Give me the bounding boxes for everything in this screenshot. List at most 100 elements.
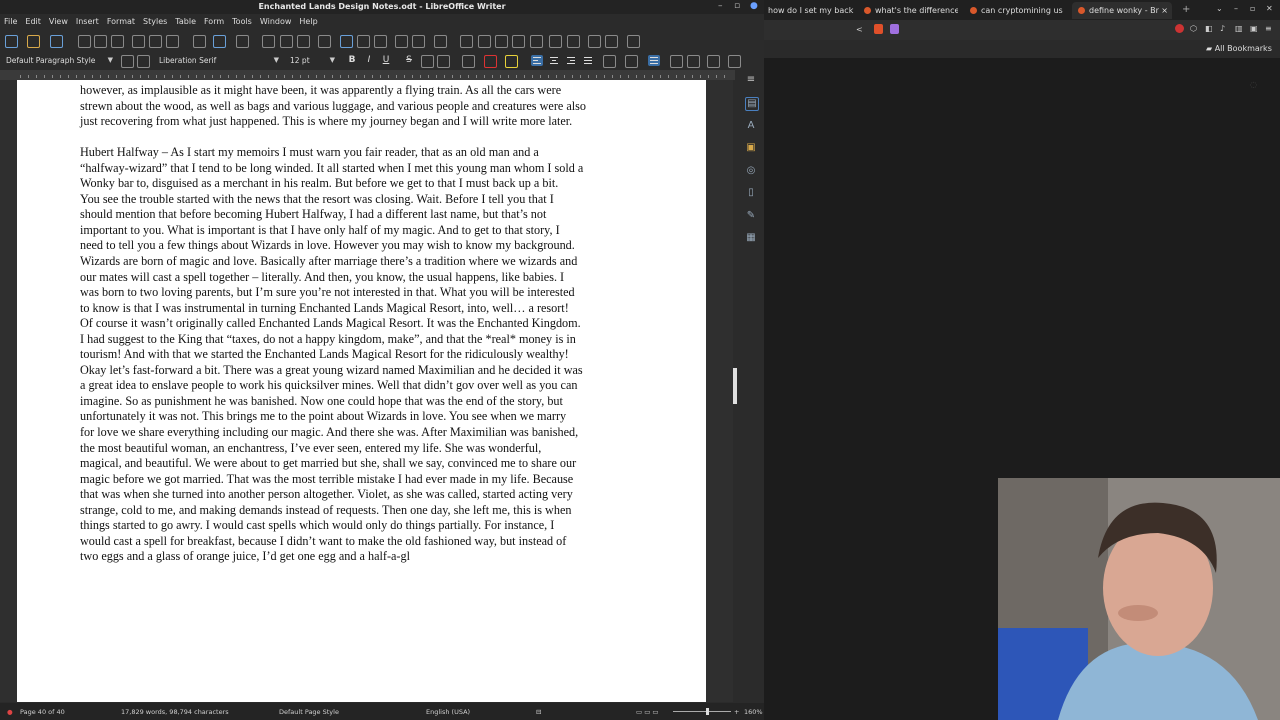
font-name-dropdown[interactable]: Liberation Serif ▼ [156,54,281,67]
save-icon[interactable] [50,35,63,48]
increase-indent-icon[interactable] [670,55,683,68]
header-footer-icon[interactable] [549,35,562,48]
page-count[interactable]: Page 40 of 40 [20,708,65,716]
gallery-icon[interactable]: ▣ [745,142,757,154]
insert-chart-icon[interactable] [357,35,370,48]
document-line[interactable]: strange, cold to me, and making demands … [80,503,660,519]
undo-icon[interactable] [213,35,226,48]
page-icon[interactable]: ▯ [745,187,757,199]
export-pdf-icon[interactable] [78,35,91,48]
maximize-icon[interactable]: ▫ [1250,4,1255,13]
document-line[interactable]: Okay let’s fast-forward a bit. There was… [80,363,660,379]
justify-button[interactable] [582,55,594,66]
zoom-level[interactable]: 160% [744,708,763,716]
find-replace-icon[interactable] [262,35,275,48]
track-changes-icon[interactable] [512,35,525,48]
align-right-button[interactable] [565,55,577,66]
document-line[interactable]: imagine. So as punishment he was banishe… [80,394,660,410]
document-line[interactable]: just recovering from what just happened.… [80,114,660,130]
document-line[interactable]: the most beautiful woman, an enchantress… [80,441,660,457]
address-bar[interactable]: < ⬡ ◧ ♪ ▥ ▣ ≡ [764,20,1280,40]
strikethrough-button[interactable]: S [403,55,415,65]
vpn-icon[interactable]: ⬡ [1190,24,1197,33]
document-line[interactable]: unfortunately it was not. This brings me… [80,409,660,425]
subscript-icon[interactable] [437,55,450,68]
document-line[interactable]: Wizards are born of magic and love. Basi… [80,254,660,270]
menu-file[interactable]: File [0,15,21,28]
outline-format-button[interactable] [648,55,660,66]
clear-formatting-icon[interactable] [462,55,475,68]
highlight-color-icon[interactable] [505,55,518,68]
menu-insert[interactable]: Insert [72,15,103,28]
brave-rewards-icon[interactable] [890,24,899,34]
footnote-icon[interactable] [478,35,491,48]
document-line[interactable]: our mates will cast a spell together – l… [80,270,660,286]
insert-line-icon[interactable] [588,35,601,48]
redo-icon[interactable] [236,35,249,48]
menu-tools[interactable]: Tools [228,15,256,28]
tab-2[interactable]: what's the difference [858,2,958,19]
document-line[interactable]: Hubert Halfway – As I start my memoirs I… [80,145,660,161]
clone-formatting-icon[interactable] [193,35,206,48]
extensions-icon[interactable]: ◧ [1205,24,1213,33]
new-tab-button[interactable]: + [1182,4,1190,15]
selection-mode-icon[interactable]: ⊟ [536,708,541,716]
insert-table-icon[interactable] [318,35,331,48]
styles-icon[interactable]: A [745,120,757,132]
tab-search-icon[interactable]: ⌄ [1216,4,1223,13]
extension-icon[interactable] [1175,24,1184,33]
maximize-icon[interactable]: ▫ [734,1,740,11]
hyperlink-icon[interactable] [460,35,473,48]
open-folder-icon[interactable] [27,35,40,48]
new-style-icon[interactable] [137,55,150,68]
word-count[interactable]: 17,829 words, 98,794 characters [121,708,229,716]
close-icon[interactable]: ● [750,1,758,11]
document-line[interactable]: tourism! And with that we started the En… [80,347,660,363]
language[interactable]: English (USA) [426,708,470,716]
menu-help[interactable]: Help [295,15,321,28]
numbered-list-icon[interactable] [625,55,638,68]
document-line[interactable]: You see the trouble started with the new… [80,192,660,208]
document-line[interactable]: was born to two loving parents, but I’m … [80,285,660,301]
new-document-icon[interactable] [5,35,18,48]
page-style[interactable]: Default Page Style [279,708,339,716]
superscript-icon[interactable] [421,55,434,68]
document-line[interactable]: would cast a spell for breakfast, becaus… [80,534,660,550]
zoom-slider-handle[interactable] [706,708,709,715]
font-color-icon[interactable] [484,55,497,68]
view-layout-icon[interactable]: ▭ ▭ ▭ [636,708,659,716]
menu-table[interactable]: Table [171,15,200,28]
menu-view[interactable]: View [45,15,72,28]
paragraph-spacing-icon[interactable] [728,55,741,68]
manage-changes-icon[interactable]: ▦ [745,232,757,244]
all-bookmarks[interactable]: ▰ All Bookmarks [1206,44,1272,53]
sidebar-toggle-icon[interactable]: ▥ [1235,24,1243,33]
close-icon[interactable]: ✕ [1266,4,1273,13]
zoom-slider[interactable] [673,711,731,712]
document-line[interactable]: that was when she turned into another pe… [80,487,660,503]
paste-icon[interactable] [166,35,179,48]
document-line[interactable]: for love we share everything including o… [80,425,660,441]
spelling-icon[interactable] [280,35,293,48]
basic-shapes-icon[interactable] [605,35,618,48]
draw-functions-icon[interactable] [627,35,640,48]
document-line[interactable]: need to tell you a few things about Wiza… [80,238,660,254]
font-size-dropdown[interactable]: 12 pt ▼ [287,54,337,67]
navigator-icon[interactable]: ◎ [745,165,757,177]
page-break-icon[interactable] [395,35,408,48]
insert-image-icon[interactable] [340,35,353,48]
menu-form[interactable]: Form [200,15,228,28]
document-line[interactable]: a great idea to enslave people to work h… [80,378,660,394]
decrease-indent-icon[interactable] [687,55,700,68]
show-changes-icon[interactable] [530,35,543,48]
update-style-icon[interactable] [121,55,134,68]
document-line[interactable]: magic before we got married. That was th… [80,472,660,488]
print-preview-icon[interactable] [111,35,124,48]
tab-4-active[interactable]: define wonky - Br × [1072,2,1172,19]
horizontal-ruler[interactable] [0,70,735,80]
menu-icon[interactable]: ≡ [1265,24,1272,33]
italic-button[interactable]: I [363,55,375,65]
document-line[interactable]: important to you. What is important is t… [80,223,660,239]
zoom-in-icon[interactable]: + [734,708,739,716]
document-line[interactable]: however, as implausible as it might have… [80,83,660,99]
